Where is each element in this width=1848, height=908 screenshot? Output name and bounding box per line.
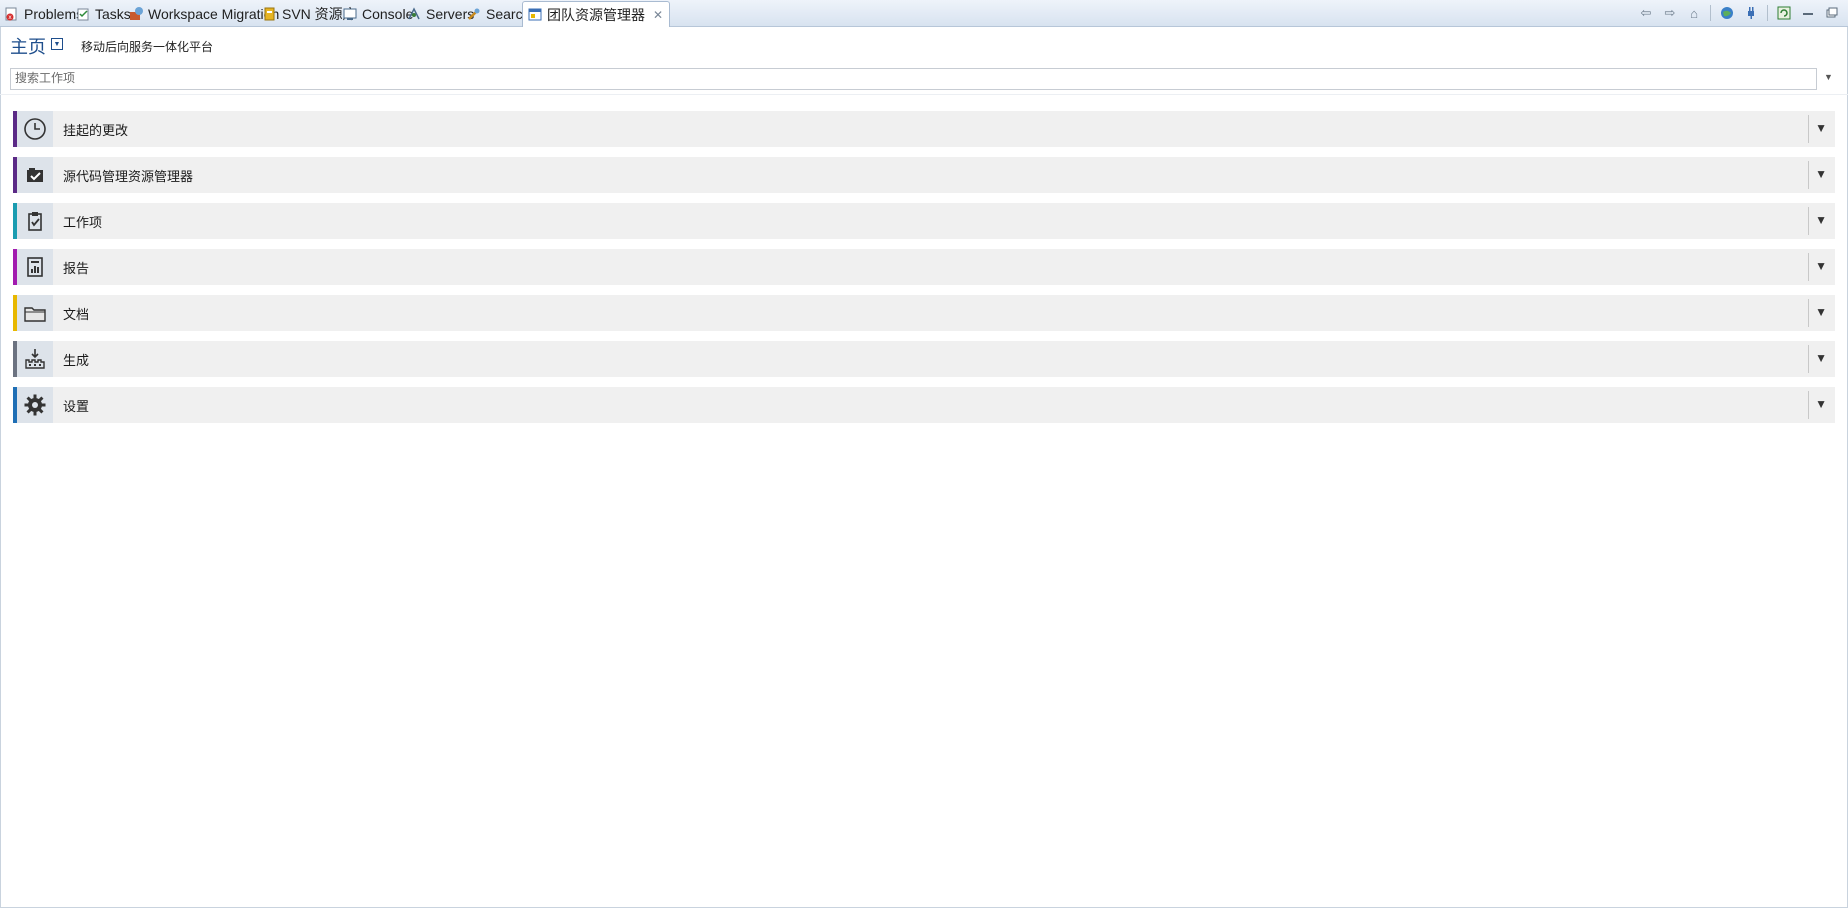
team-explorer-icon [527,7,543,23]
section-label: 挂起的更改 [63,122,129,138]
section-label: 报告 [63,260,90,276]
home-icon[interactable]: ⌂ [1686,5,1702,21]
section-divider [1808,391,1809,419]
section-divider [1808,161,1809,189]
section-divider [1808,207,1809,235]
console-icon [342,6,358,22]
toolbar-separator [1767,5,1768,21]
tab-problems[interactable]: x Problems [4,2,83,26]
problems-icon: x [4,6,20,22]
tab-label: Tasks [95,6,131,22]
section-work-items[interactable]: 工作项 ▼ [13,203,1835,239]
back-icon[interactable]: ⇦ [1638,5,1654,21]
page-header: 主页 ▼ 移动后向服务一体化平台 [10,34,213,58]
section-list: 挂起的更改 ▼ 源代码管理资源管理器 ▼ 工作项 ▼ 报告 ▼ 文档 ▼ 生成 … [13,111,1835,433]
section-source-control-explorer[interactable]: 源代码管理资源管理器 ▼ [13,157,1835,193]
section-settings[interactable]: 设置 ▼ [13,387,1835,423]
plug-icon[interactable] [1743,5,1759,21]
view-toolbar: ⇦ ⇨ ⌂ [1638,3,1840,23]
tab-servers[interactable]: Servers [406,2,474,26]
minimize-icon[interactable] [1800,5,1816,21]
build-icon [17,341,53,377]
chevron-down-icon[interactable]: ▼ [51,38,63,50]
folder-icon [17,295,53,331]
toolbar-separator [1710,5,1711,21]
section-label: 设置 [63,398,90,414]
search-icon [466,6,482,22]
tasks-icon [75,6,91,22]
view-tab-bar: x Problems Tasks Workspace Migration SVN… [0,0,1848,27]
chevron-down-icon[interactable]: ▼ [1815,397,1827,411]
tab-label: 团队资源管理器 [547,6,645,23]
tab-team-explorer[interactable]: 团队资源管理器 ✕ [522,1,671,27]
section-label: 文档 [63,306,90,322]
project-name: 移动后向服务一体化平台 [81,39,214,54]
section-divider [1808,299,1809,327]
section-builds[interactable]: 生成 ▼ [13,341,1835,377]
globe-icon[interactable] [1719,5,1735,21]
search-input[interactable] [11,69,1816,87]
close-tab-icon[interactable]: ✕ [653,8,663,22]
chevron-down-icon[interactable]: ▼ [1815,305,1827,319]
refresh-icon[interactable] [1776,5,1792,21]
maximize-icon[interactable] [1824,5,1840,21]
tab-console[interactable]: Console [342,2,413,26]
svn-icon [262,6,278,22]
chevron-down-icon[interactable]: ▼ [1815,121,1827,135]
chevron-down-icon[interactable]: ▼ [1815,259,1827,273]
servers-icon [406,6,422,22]
section-pending-changes[interactable]: 挂起的更改 ▼ [13,111,1835,147]
chevron-down-icon[interactable]: ▼ [1815,167,1827,181]
tab-workspace-migration[interactable]: Workspace Migration [128,2,279,26]
section-documents[interactable]: 文档 ▼ [13,295,1835,331]
forward-icon[interactable]: ⇨ [1662,5,1678,21]
section-divider [1808,345,1809,373]
header-divider [0,94,1848,95]
tab-tasks[interactable]: Tasks [75,2,131,26]
section-label: 工作项 [63,214,103,230]
migration-icon [128,6,144,22]
gear-icon [17,387,53,423]
section-divider [1808,253,1809,281]
chevron-down-icon[interactable]: ▼ [1815,213,1827,227]
section-label: 生成 [63,352,90,368]
clock-icon [17,111,53,147]
clipboard-check-icon [17,203,53,239]
search-dropdown-icon[interactable]: ▼ [1824,72,1833,82]
section-divider [1808,115,1809,143]
chevron-down-icon[interactable]: ▼ [1815,351,1827,365]
report-icon [17,249,53,285]
svg-text:x: x [8,14,12,21]
search-box [10,68,1817,90]
tab-label: Workspace Migration [148,6,280,22]
section-label: 源代码管理资源管理器 [63,168,194,184]
tab-search[interactable]: Search [466,2,530,26]
source-control-icon [17,157,53,193]
page-title[interactable]: 主页 [10,33,46,59]
section-reports[interactable]: 报告 ▼ [13,249,1835,285]
